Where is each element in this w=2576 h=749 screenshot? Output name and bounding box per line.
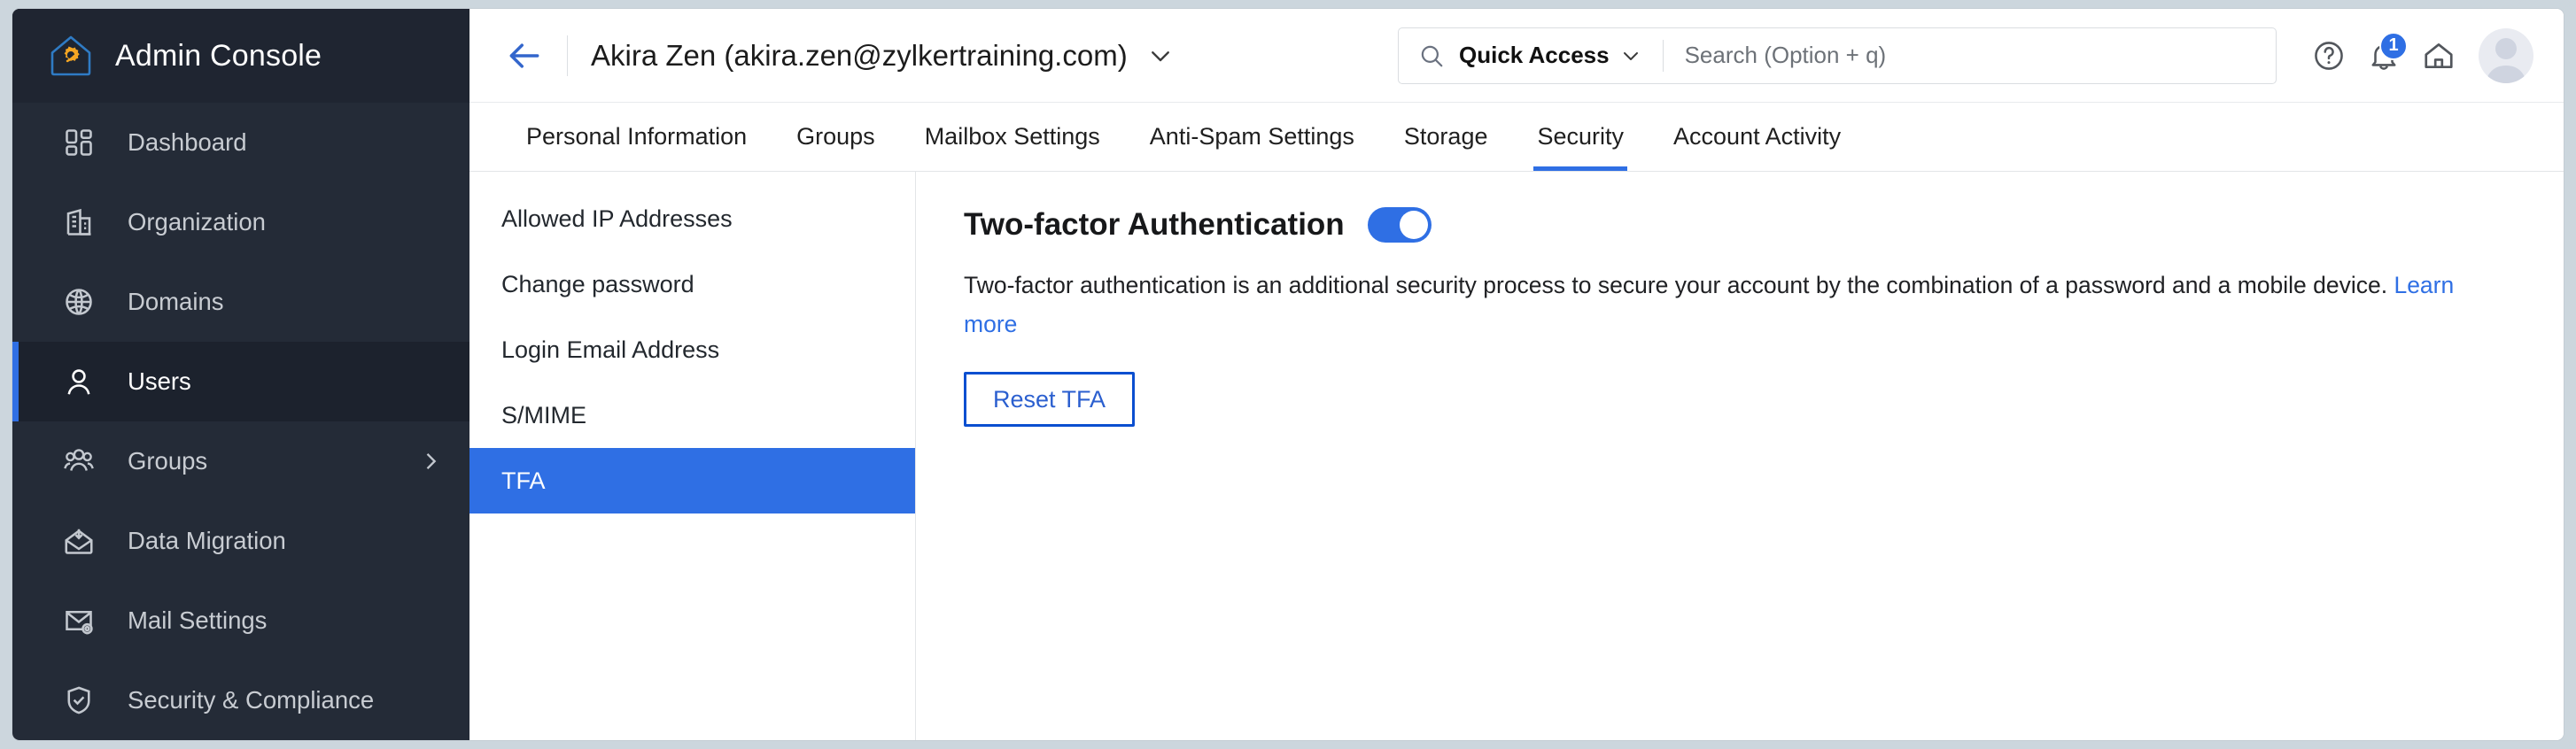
main-panel: Akira Zen (akira.zen@zylkertraining.com)… xyxy=(469,9,2564,740)
tab-label: Groups xyxy=(796,123,875,150)
sidebar-item-mail-settings[interactable]: Mail Settings xyxy=(12,581,469,660)
subnav-item-label: Allowed IP Addresses xyxy=(501,205,733,232)
subnav-item-label: S/MIME xyxy=(501,401,587,429)
tab-security[interactable]: Security xyxy=(1512,103,1649,171)
building-icon xyxy=(60,204,97,241)
topbar-icon-group: 1 xyxy=(2301,27,2533,83)
bell-icon[interactable]: 1 xyxy=(2356,28,2411,83)
globe-icon xyxy=(60,283,97,320)
notification-badge: 1 xyxy=(2379,31,2408,60)
tab-personal-information[interactable]: Personal Information xyxy=(501,103,772,171)
search-divider xyxy=(1662,39,1664,72)
tab-label: Anti-Spam Settings xyxy=(1149,123,1354,150)
quick-access-selector[interactable]: Quick Access xyxy=(1459,42,1610,69)
chevron-down-icon[interactable] xyxy=(1147,42,1174,69)
tfa-header: Two-factor Authentication xyxy=(964,207,2564,243)
tab-groups[interactable]: Groups xyxy=(772,103,900,171)
tfa-description-text: Two-factor authentication is an addition… xyxy=(964,272,2394,298)
sidebar-item-data-migration[interactable]: Data Migration xyxy=(12,501,469,581)
tab-label: Account Activity xyxy=(1673,123,1842,150)
home-icon[interactable] xyxy=(2411,28,2466,83)
admin-console-window: Admin Console Dashboard Organization Dom… xyxy=(12,9,2564,740)
search-icon xyxy=(1418,42,1445,69)
subnav-item-label: Change password xyxy=(501,270,694,297)
chevron-down-icon[interactable] xyxy=(1620,45,1641,66)
subnav-item-smime[interactable]: S/MIME xyxy=(469,382,915,448)
avatar[interactable] xyxy=(2479,27,2533,83)
tab-label: Personal Information xyxy=(526,123,748,150)
arrow-left-icon[interactable] xyxy=(501,33,547,79)
house-gear-icon xyxy=(46,31,96,81)
help-circle-icon[interactable] xyxy=(2301,28,2356,83)
sidebar-item-domains[interactable]: Domains xyxy=(12,262,469,342)
tfa-panel: Two-factor Authentication Two-factor aut… xyxy=(916,172,2564,740)
tab-label: Mailbox Settings xyxy=(924,123,1100,150)
sidebar-item-label: Users xyxy=(128,367,191,395)
subnav-item-change-password[interactable]: Change password xyxy=(469,251,915,317)
tab-mailbox-settings[interactable]: Mailbox Settings xyxy=(900,103,1125,171)
toggle-knob xyxy=(1399,211,1428,239)
top-bar: Akira Zen (akira.zen@zylkertraining.com)… xyxy=(469,9,2564,103)
brand-title: Admin Console xyxy=(115,38,322,73)
sidebar-item-security-compliance[interactable]: Security & Compliance xyxy=(12,660,469,740)
chevron-right-icon[interactable] xyxy=(418,449,443,474)
envelope-download-icon xyxy=(60,522,97,560)
user-icon xyxy=(60,363,97,400)
tab-storage[interactable]: Storage xyxy=(1379,103,1513,171)
content-area: Allowed IP Addresses Change password Log… xyxy=(469,172,2564,740)
subnav-item-allowed-ip-addresses[interactable]: Allowed IP Addresses xyxy=(469,186,915,251)
sidebar-item-label: Groups xyxy=(128,447,208,475)
tfa-description: Two-factor authentication is an addition… xyxy=(964,266,2475,344)
tfa-toggle[interactable] xyxy=(1367,207,1432,243)
dashboard-grid-icon xyxy=(60,124,97,161)
sidebar-item-dashboard[interactable]: Dashboard xyxy=(12,103,469,182)
section-title: Two-factor Authentication xyxy=(964,207,1345,242)
main-sidebar: Admin Console Dashboard Organization Dom… xyxy=(12,9,469,740)
shield-check-icon xyxy=(60,682,97,719)
tab-bar: Personal Information Groups Mailbox Sett… xyxy=(469,103,2564,172)
sidebar-item-users[interactable]: Users xyxy=(12,342,469,421)
tab-label: Storage xyxy=(1403,123,1488,150)
search-input[interactable] xyxy=(1684,42,2256,69)
sidebar-item-label: Dashboard xyxy=(128,128,247,156)
tab-anti-spam-settings[interactable]: Anti-Spam Settings xyxy=(1125,103,1379,171)
reset-tfa-button[interactable]: Reset TFA xyxy=(964,372,1136,427)
envelope-gear-icon xyxy=(60,602,97,639)
topbar-divider xyxy=(567,35,568,76)
sidebar-item-label: Organization xyxy=(128,208,266,236)
subnav-item-tfa[interactable]: TFA xyxy=(469,448,915,513)
tab-account-activity[interactable]: Account Activity xyxy=(1649,103,1866,171)
users-group-icon xyxy=(60,443,97,480)
sidebar-item-organization[interactable]: Organization xyxy=(12,182,469,262)
sidebar-item-label: Security & Compliance xyxy=(128,686,375,714)
sidebar-item-label: Mail Settings xyxy=(128,606,268,634)
subnav-item-login-email-address[interactable]: Login Email Address xyxy=(469,317,915,382)
page-title: Akira Zen (akira.zen@zylkertraining.com) xyxy=(591,38,1128,72)
sidebar-nav: Dashboard Organization Domains Users Gro… xyxy=(12,103,469,740)
brand-header: Admin Console xyxy=(12,9,469,103)
sidebar-item-groups[interactable]: Groups xyxy=(12,421,469,501)
subnav-item-label: TFA xyxy=(501,467,546,494)
tab-label: Security xyxy=(1537,123,1625,150)
sidebar-item-label: Data Migration xyxy=(128,527,286,554)
sidebar-item-label: Domains xyxy=(128,288,224,315)
subnav-item-label: Login Email Address xyxy=(501,336,720,363)
global-search-box[interactable]: Quick Access xyxy=(1398,27,2277,84)
security-subnav: Allowed IP Addresses Change password Log… xyxy=(469,172,916,740)
